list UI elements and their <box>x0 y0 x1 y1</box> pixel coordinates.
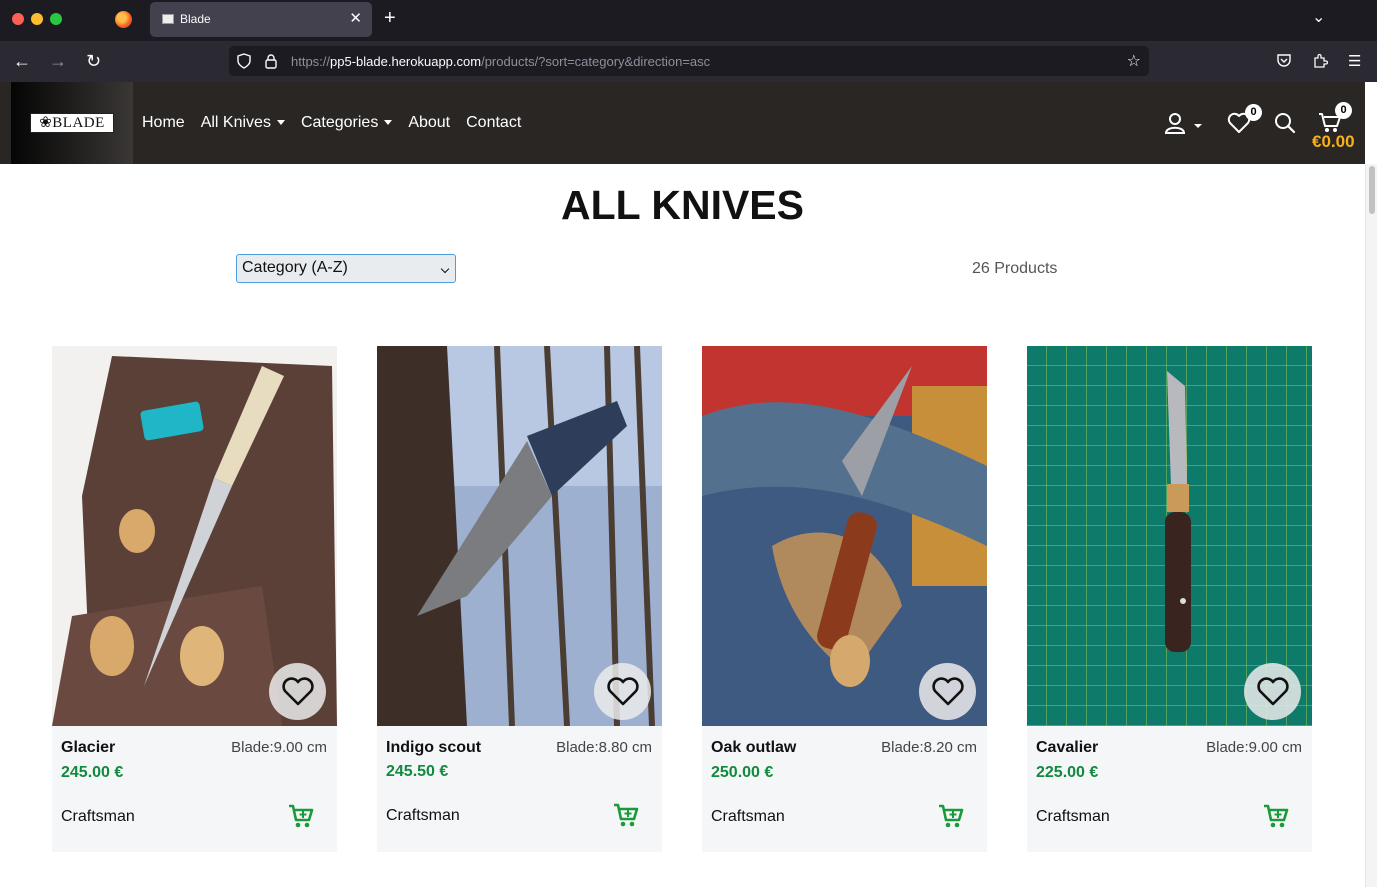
heart-icon <box>931 676 964 705</box>
add-to-cart-button[interactable] <box>1263 803 1289 834</box>
scrollbar-thumb[interactable] <box>1369 166 1375 214</box>
chevron-down-icon[interactable]: ⌄ <box>1312 7 1325 27</box>
product-price: 250.00 € <box>711 764 774 781</box>
product-category[interactable]: Craftsman <box>386 807 460 825</box>
nav-all-knives-label: All Knives <box>200 114 271 131</box>
user-icon[interactable] <box>1164 112 1204 136</box>
search-icon[interactable] <box>1274 112 1296 134</box>
blade-length: Blade:8.20 cm <box>881 739 977 756</box>
reload-icon[interactable]: ↻ <box>86 51 101 72</box>
product-count: 26 Products <box>972 260 1058 277</box>
product-category[interactable]: Craftsman <box>1036 808 1110 826</box>
tab-title: Blade <box>180 12 211 26</box>
tracking-shield-icon[interactable] <box>237 53 251 69</box>
blade-length: Blade:9.00 cm <box>1206 739 1302 756</box>
product-price: 225.00 € <box>1036 764 1099 781</box>
close-window-button[interactable] <box>12 13 24 25</box>
url-bar[interactable]: https://pp5-blade.herokuapp.com/products… <box>229 46 1149 76</box>
wishlist-count-badge: 0 <box>1245 104 1262 121</box>
heart-icon <box>1256 676 1289 705</box>
add-to-wishlist-button[interactable] <box>919 663 976 720</box>
product-category[interactable]: Craftsman <box>711 808 785 826</box>
sort-select[interactable]: Category (A-Z) <box>236 254 456 283</box>
caret-down-icon <box>276 120 285 126</box>
product-price: 245.50 € <box>386 763 449 780</box>
search-button[interactable] <box>1274 112 1296 139</box>
page-scrollbar[interactable] <box>1365 164 1377 887</box>
tab-favicon-icon <box>162 14 174 24</box>
product-image[interactable] <box>377 346 662 726</box>
browser-tab-bar: Blade ✕ + ⌄ <box>0 0 1377 41</box>
firefox-icon[interactable] <box>115 11 132 28</box>
product-price: 245.00 € <box>61 764 124 781</box>
product-image[interactable] <box>702 346 987 726</box>
add-to-cart-button[interactable] <box>288 803 314 834</box>
product-name[interactable]: Cavalier <box>1036 739 1098 757</box>
bookmark-star-icon[interactable]: ☆ <box>1127 51 1141 71</box>
add-to-wishlist-button[interactable] <box>1244 663 1301 720</box>
product-card: Glacier Blade:9.00 cm 245.00 € Craftsman <box>52 346 337 852</box>
site-navbar: ❀BLADE Home All Knives Categories About … <box>0 82 1365 164</box>
product-image[interactable] <box>52 346 337 726</box>
caret-down-icon <box>384 120 393 126</box>
menu-icon[interactable]: ☰ <box>1348 52 1361 70</box>
add-to-wishlist-button[interactable] <box>594 663 651 720</box>
logo-link[interactable]: ❀BLADE <box>11 82 133 164</box>
cart-plus-icon <box>939 804 964 828</box>
product-card: Oak outlaw Blade:8.20 cm 250.00 € Crafts… <box>702 346 987 852</box>
close-tab-icon[interactable]: ✕ <box>349 9 362 27</box>
product-image[interactable] <box>1027 346 1312 726</box>
product-card: Indigo scout Blade:8.80 cm 245.50 € Craf… <box>377 346 662 852</box>
nav-categories[interactable]: Categories <box>300 114 393 132</box>
browser-tab[interactable]: Blade ✕ <box>150 2 372 37</box>
nav-contact[interactable]: Contact <box>466 114 521 132</box>
new-tab-icon[interactable]: + <box>384 7 396 30</box>
pocket-icon[interactable] <box>1276 53 1292 69</box>
account-menu[interactable] <box>1164 112 1204 141</box>
nav-categories-label: Categories <box>300 114 379 131</box>
cart-count-badge: 0 <box>1335 102 1352 119</box>
cart-plus-icon <box>289 804 314 828</box>
nav-home[interactable]: Home <box>142 114 185 132</box>
product-card: Cavalier Blade:9.00 cm 225.00 € Craftsma… <box>1027 346 1312 852</box>
main-nav: Home All Knives Categories About Contact <box>142 114 521 132</box>
cart-plus-icon <box>1264 804 1289 828</box>
url-text[interactable]: https://pp5-blade.herokuapp.com/products… <box>291 54 710 69</box>
nav-all-knives[interactable]: All Knives <box>201 114 285 132</box>
logo[interactable]: ❀BLADE <box>30 113 114 133</box>
page-title: ALL KNIVES <box>561 182 804 228</box>
browser-toolbar: ← → ↻ https://pp5-blade.herokuapp.com/pr… <box>0 41 1377 82</box>
add-to-wishlist-button[interactable] <box>269 663 326 720</box>
forward-icon[interactable]: → <box>49 51 67 72</box>
blade-length: Blade:8.80 cm <box>556 739 652 756</box>
product-name[interactable]: Indigo scout <box>386 739 481 757</box>
heart-icon <box>606 676 639 705</box>
cart-total[interactable]: €0.00 <box>1312 132 1355 152</box>
heart-icon <box>281 676 314 705</box>
add-to-cart-button[interactable] <box>938 803 964 834</box>
back-icon[interactable]: ← <box>13 51 31 72</box>
extensions-icon[interactable] <box>1312 53 1328 69</box>
maximize-window-button[interactable] <box>50 13 62 25</box>
product-name[interactable]: Oak outlaw <box>711 739 796 757</box>
add-to-cart-button[interactable] <box>613 802 639 833</box>
blade-length: Blade:9.00 cm <box>231 739 327 756</box>
product-name[interactable]: Glacier <box>61 739 115 757</box>
product-category[interactable]: Craftsman <box>61 808 135 826</box>
lock-icon[interactable] <box>265 53 277 69</box>
minimize-window-button[interactable] <box>31 13 43 25</box>
nav-about[interactable]: About <box>408 114 450 132</box>
cart-plus-icon <box>614 803 639 827</box>
